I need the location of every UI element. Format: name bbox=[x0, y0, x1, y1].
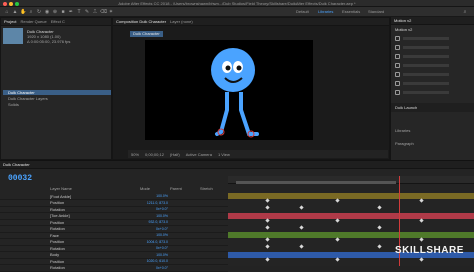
zoom-tool-icon[interactable]: ⌕ bbox=[28, 9, 34, 15]
property-value[interactable]: 100.0% bbox=[156, 233, 168, 237]
current-time-display[interactable]: 0;00;00;12 bbox=[145, 152, 164, 157]
hand-tool-icon[interactable]: ✋ bbox=[20, 9, 26, 15]
layer-name: Position bbox=[50, 200, 65, 205]
motion-control-2[interactable] bbox=[391, 43, 474, 52]
property-value[interactable]: 1020.0, 610.0 bbox=[147, 259, 168, 263]
layer-bar-foot[interactable] bbox=[228, 193, 474, 199]
libraries-item[interactable]: Libraries bbox=[391, 112, 474, 135]
shape-tool-icon[interactable]: ■ bbox=[60, 9, 66, 15]
stamp-tool-icon[interactable]: ⎍ bbox=[92, 9, 98, 15]
comp-tabbar: Composition Duik Character Layer (none) bbox=[113, 18, 389, 26]
selection-tool-icon[interactable]: ▲ bbox=[12, 9, 18, 15]
pan-behind-tool-icon[interactable]: ⊕ bbox=[52, 9, 58, 15]
composition-viewer[interactable] bbox=[145, 40, 313, 140]
camera-dropdown[interactable]: Active Camera bbox=[186, 152, 212, 157]
motion-control-4[interactable] bbox=[391, 61, 474, 70]
tab-layer[interactable]: Layer (none) bbox=[170, 18, 193, 26]
motion-control-1[interactable] bbox=[391, 34, 474, 43]
brush-tool-icon[interactable]: ✎ bbox=[84, 9, 90, 15]
right-tabbar: Motion v2 bbox=[391, 17, 474, 25]
duik-launch-header[interactable]: Duik Launch bbox=[391, 103, 474, 112]
workspace-libraries[interactable]: Libraries bbox=[318, 9, 333, 15]
property-value[interactable]: 932.0, 873.0 bbox=[149, 220, 168, 224]
timeline-tabbar: Duik Character bbox=[0, 161, 474, 169]
layer-name: [Toe Ankle] bbox=[50, 213, 70, 218]
property-value[interactable]: 100.0% bbox=[156, 194, 168, 198]
tab-render-queue[interactable]: Render Queue bbox=[20, 18, 46, 26]
comp-flowchart-label[interactable]: Duik Character bbox=[130, 31, 163, 37]
project-comp-duration: Δ 0:00:05:00, 23.976 fps bbox=[27, 39, 71, 44]
search-icon[interactable]: ⌕ bbox=[462, 9, 468, 15]
magnification-dropdown[interactable]: 50% bbox=[131, 152, 139, 157]
home-icon[interactable]: ⌂ bbox=[4, 9, 10, 15]
property-value[interactable]: 100.0% bbox=[156, 214, 168, 218]
layer-name: Rotation bbox=[50, 226, 65, 231]
col-stretch[interactable]: Stretch bbox=[200, 186, 213, 191]
motion-control-6[interactable] bbox=[391, 79, 474, 88]
motion-control-3[interactable] bbox=[391, 52, 474, 61]
tab-motion[interactable]: Motion v2 bbox=[394, 17, 411, 25]
layer-bar-face[interactable] bbox=[228, 232, 474, 238]
layer-name: Body bbox=[50, 252, 60, 257]
work-area-bar[interactable] bbox=[236, 181, 396, 184]
camera-tool-icon[interactable]: ◉ bbox=[44, 9, 50, 15]
property-value[interactable]: 0x+0.0° bbox=[156, 227, 168, 231]
project-item-comp[interactable]: Duik Character bbox=[8, 90, 35, 95]
property-value[interactable]: 1211.0, 873.0 bbox=[147, 201, 168, 205]
project-item-solids-folder[interactable]: Solids bbox=[8, 102, 19, 107]
skillshare-watermark: SKILLSHARE bbox=[395, 245, 464, 256]
layer-name: Position bbox=[50, 219, 65, 225]
view-layout-dropdown[interactable]: 1 View bbox=[218, 152, 230, 157]
motion-control-5[interactable] bbox=[391, 70, 474, 79]
property-value[interactable]: 100.0% bbox=[156, 253, 168, 257]
property-value[interactable]: 0x+0.0° bbox=[156, 207, 168, 211]
puppet-tool-icon[interactable]: ✶ bbox=[108, 9, 114, 15]
window-title: Adobe After Effects CC 2018 - /Users/bro… bbox=[118, 1, 356, 6]
workspace-standard[interactable]: Standard bbox=[368, 9, 384, 15]
property-value[interactable]: 1004.0, 873.0 bbox=[147, 240, 168, 244]
workspace-default[interactable]: Default bbox=[296, 9, 309, 15]
resolution-dropdown[interactable]: (Half) bbox=[170, 152, 180, 157]
comp-thumbnail bbox=[3, 28, 23, 44]
layer-bar-toe[interactable] bbox=[228, 213, 474, 219]
property-value[interactable]: 0x+0.0° bbox=[156, 266, 168, 270]
paragraph-item[interactable]: Paragraph bbox=[391, 135, 474, 152]
rotate-tool-icon[interactable]: ↻ bbox=[36, 9, 42, 15]
tab-composition[interactable]: Composition Duik Character bbox=[116, 18, 166, 26]
col-mode[interactable]: Mode bbox=[140, 186, 150, 191]
character-illustration bbox=[211, 48, 259, 138]
timeline-timecode[interactable]: 00032 bbox=[8, 174, 32, 183]
project-tabbar: Project Render Queue Effect C bbox=[1, 18, 111, 26]
col-parent[interactable]: Parent bbox=[170, 186, 182, 191]
tools-toolbar: ⌂ ▲ ✋ ⌕ ↻ ◉ ⊕ ■ ✒ T ✎ ⎍ ⌫ ✶ Default Libr… bbox=[0, 7, 474, 17]
layer-name: [Foot Ankle] bbox=[50, 193, 72, 199]
comp-viewer-controls: 50% 0;00;00;12 (Half) Active Camera 1 Vi… bbox=[128, 150, 388, 158]
eraser-tool-icon[interactable]: ⌫ bbox=[100, 9, 107, 15]
layer-name: Rotation bbox=[50, 206, 65, 212]
tab-timeline-comp[interactable]: Duik Character bbox=[3, 161, 30, 169]
workspace-essentials[interactable]: Essentials bbox=[342, 9, 360, 15]
project-item-layers-folder[interactable]: Duik Character Layers bbox=[8, 96, 48, 101]
layer-name: Face bbox=[50, 232, 59, 238]
pen-tool-icon[interactable]: ✒ bbox=[68, 9, 74, 15]
motion-title: Motion v2 bbox=[395, 27, 413, 32]
col-layer-name[interactable]: Layer Name bbox=[50, 186, 72, 191]
tab-effect-controls[interactable]: Effect C bbox=[51, 18, 65, 26]
motion-control-7[interactable] bbox=[391, 88, 474, 97]
title-bar: Adobe After Effects CC 2018 - /Users/bro… bbox=[0, 0, 474, 7]
layer-name: Position bbox=[50, 239, 65, 244]
tab-project[interactable]: Project bbox=[4, 18, 16, 26]
type-tool-icon[interactable]: T bbox=[76, 9, 82, 15]
layer-name: Rotation bbox=[50, 245, 65, 251]
property-value[interactable]: 0x+0.0° bbox=[156, 246, 168, 250]
layer-name: Position bbox=[50, 258, 65, 264]
